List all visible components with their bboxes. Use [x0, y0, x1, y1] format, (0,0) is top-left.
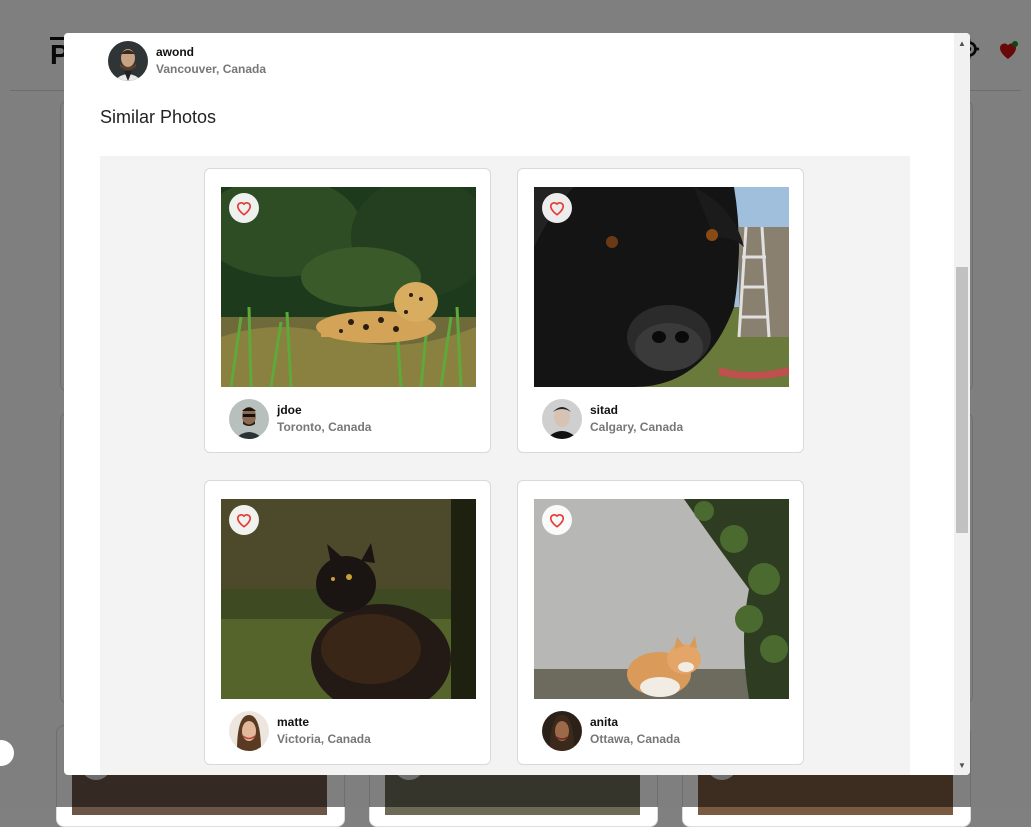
- photo-modal: awond Vancouver, Canada Similar Photos j…: [64, 33, 970, 775]
- photo-card[interactable]: sitad Calgary, Canada: [517, 168, 804, 453]
- heart-outline-icon: [549, 514, 565, 528]
- similar-photos-heading: Similar Photos: [100, 107, 217, 127]
- photo-location: Ottawa, Canada: [590, 732, 681, 746]
- author-location: Vancouver, Canada: [156, 62, 267, 76]
- like-button[interactable]: [229, 193, 259, 223]
- photo-black-dog[interactable]: [534, 187, 789, 387]
- heart-outline-icon: [236, 514, 252, 528]
- like-button[interactable]: [542, 505, 572, 535]
- like-button[interactable]: [542, 193, 572, 223]
- photo-jaguar[interactable]: [221, 187, 476, 387]
- photo-location: Victoria, Canada: [277, 732, 371, 746]
- avatar: [229, 711, 269, 751]
- photo-owner[interactable]: jdoe Toronto, Canada: [229, 399, 371, 439]
- photo-orange-cat[interactable]: [534, 499, 789, 699]
- photo-owner[interactable]: matte Victoria, Canada: [229, 711, 371, 751]
- avatar: [542, 711, 582, 751]
- photo-location: Calgary, Canada: [590, 420, 684, 434]
- like-button[interactable]: [229, 505, 259, 535]
- photo-author[interactable]: awond Vancouver, Canada: [108, 41, 266, 81]
- photo-owner[interactable]: sitad Calgary, Canada: [542, 399, 683, 439]
- photo-username: sitad: [590, 403, 619, 417]
- avatar: [542, 399, 582, 439]
- scroll-up-arrow-icon[interactable]: ▲: [954, 35, 970, 51]
- photo-card[interactable]: matte Victoria, Canada: [204, 480, 491, 765]
- scrollbar-thumb[interactable]: [956, 267, 968, 533]
- author-username: awond: [156, 45, 194, 59]
- photo-username: jdoe: [277, 403, 302, 417]
- scroll-down-arrow-icon[interactable]: ▼: [954, 757, 970, 773]
- similar-photos-grid: jdoe Toronto, Canada sitad Calgary, Cana…: [100, 156, 910, 775]
- modal-scrollbar[interactable]: ▲ ▼: [954, 33, 970, 775]
- photo-dark-cat[interactable]: [221, 499, 476, 699]
- photo-username: anita: [590, 715, 619, 729]
- photo-card[interactable]: anita Ottawa, Canada: [517, 480, 804, 765]
- photo-location: Toronto, Canada: [277, 420, 372, 434]
- photo-card[interactable]: jdoe Toronto, Canada: [204, 168, 491, 453]
- photo-owner[interactable]: anita Ottawa, Canada: [542, 711, 680, 751]
- modal-content: awond Vancouver, Canada Similar Photos j…: [64, 33, 954, 775]
- avatar: [229, 399, 269, 439]
- heart-outline-icon: [549, 202, 565, 216]
- avatar: [108, 41, 148, 81]
- photo-username: matte: [277, 715, 310, 729]
- heart-outline-icon: [236, 202, 252, 216]
